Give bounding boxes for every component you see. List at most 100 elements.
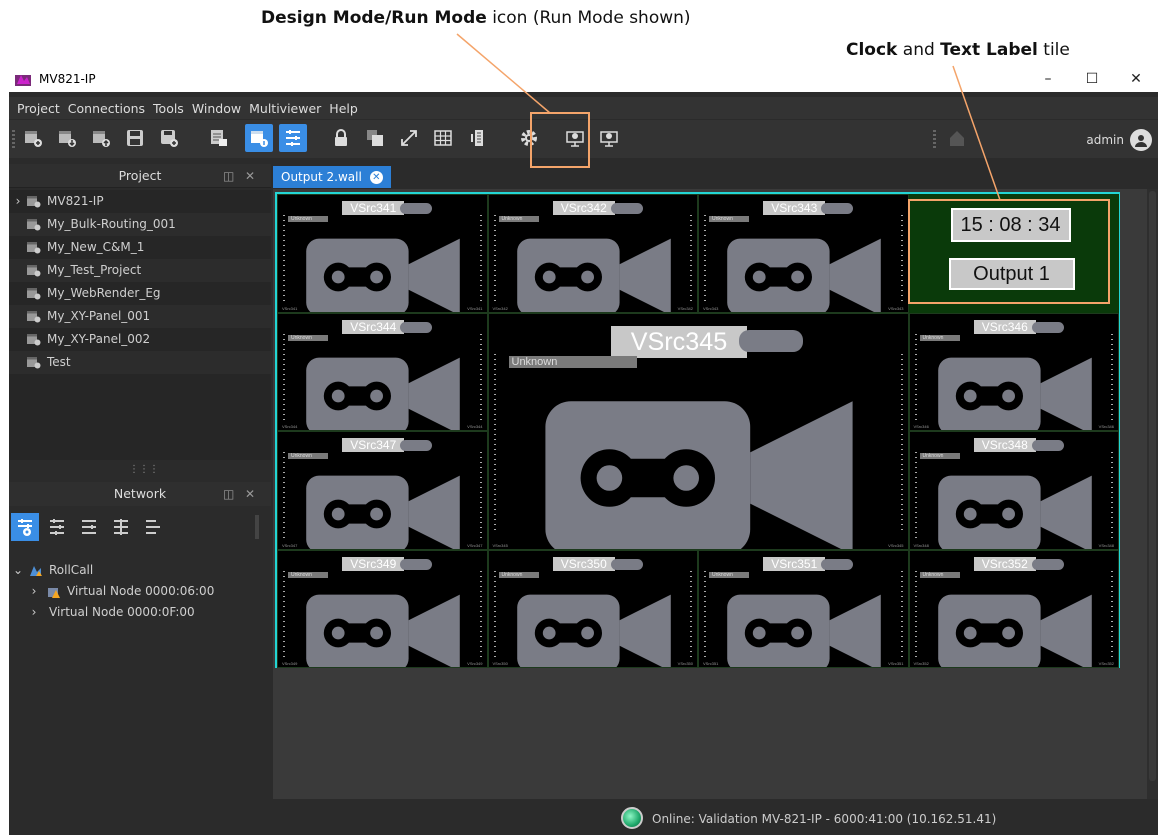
- scrollbar-thumb[interactable]: [1149, 191, 1156, 781]
- video-tile[interactable]: VSrc345 Unknown VSrc345 VSrc345: [487, 312, 909, 550]
- video-tile[interactable]: VSrc344 Unknown VSrc344 VSrc344: [277, 312, 488, 431]
- tree-item-virtual-node[interactable]: › Virtual Node 0000:0F:00: [9, 602, 271, 623]
- chevron-right-icon[interactable]: ›: [9, 190, 27, 213]
- network-toolbar-scroll[interactable]: [255, 515, 259, 539]
- video-tile[interactable]: VSrc351 Unknown VSrc351 VSrc351: [698, 549, 909, 668]
- menu-window[interactable]: Window: [192, 101, 241, 116]
- main-toolbar: admin: [9, 120, 1158, 158]
- tree-item-rollcall[interactable]: ⌄ RollCall: [9, 560, 271, 581]
- video-tile[interactable]: VSrc352 Unknown VSrc352 VSrc352: [908, 549, 1119, 668]
- grid-icon[interactable]: [429, 124, 457, 152]
- chevron-right-icon[interactable]: ›: [27, 581, 41, 602]
- user-name: admin: [1086, 133, 1124, 147]
- network-tree: ⌄ RollCall › Virtual Node 0000:06:00 › V…: [9, 560, 271, 800]
- video-tile[interactable]: VSrc350 Unknown VSrc350 VSrc350: [487, 549, 698, 668]
- gear-icon[interactable]: [515, 124, 543, 152]
- video-camera-icon: [937, 594, 1092, 668]
- view-mode-icon[interactable]: [245, 124, 273, 152]
- network-view-icon[interactable]: [11, 513, 39, 541]
- list-item[interactable]: My_XY-Panel_002: [9, 328, 271, 351]
- tile-footer-label: VSrc341: [282, 305, 298, 311]
- video-tile[interactable]: VSrc342 Unknown VSrc342 VSrc342: [487, 194, 698, 313]
- list-item[interactable]: My_New_C&M_1: [9, 236, 271, 259]
- project-settings-icon[interactable]: [205, 124, 233, 152]
- list-item[interactable]: My_Test_Project: [9, 259, 271, 282]
- audio-meter: [1111, 333, 1113, 422]
- fullscreen-icon[interactable]: [395, 124, 423, 152]
- tile-footer-label: VSrc344: [282, 424, 298, 429]
- video-wall[interactable]: VSrc341 Unknown VSrc341 VSrc341 VSrc342 Unkno…: [275, 192, 1120, 668]
- panel-close-icon[interactable]: ✕: [245, 482, 255, 506]
- video-tile[interactable]: VSrc347 Unknown VSrc347 VSrc347: [277, 431, 488, 550]
- tile-footer-label: VSrc349: [282, 661, 298, 666]
- expand-tree-icon[interactable]: [43, 513, 71, 541]
- collapse-tree-icon[interactable]: [75, 513, 103, 541]
- tile-footer-label: VSrc343: [703, 305, 719, 311]
- save-icon[interactable]: [121, 124, 149, 152]
- tile-footer-label: VSrc342: [492, 305, 508, 311]
- flat-tree-icon[interactable]: [139, 513, 167, 541]
- list-item[interactable]: › MV821-IP: [9, 190, 271, 213]
- undock-icon[interactable]: ◫: [223, 482, 234, 506]
- minimize-button[interactable]: –: [1026, 66, 1070, 92]
- app-logo-icon: [15, 75, 31, 86]
- monitor-download-icon[interactable]: [561, 124, 589, 152]
- new-project-icon[interactable]: [19, 124, 47, 152]
- tile-footer-label: VSrc341: [467, 305, 483, 311]
- app-window: MV821-IP – ☐ ✕ Project Connections Tools…: [9, 66, 1158, 835]
- network-view-icon[interactable]: [279, 124, 307, 152]
- clock-text-tile[interactable]: 15 : 08 : 34 Output 1: [908, 194, 1119, 313]
- undock-icon[interactable]: ◫: [223, 164, 234, 188]
- align-tree-icon[interactable]: [107, 513, 135, 541]
- tile-footer-label: VSrc344: [467, 424, 483, 429]
- toolbar-grip-right[interactable]: [933, 130, 936, 148]
- home-icon[interactable]: [943, 124, 971, 152]
- clock-annotation-bold1: Clock: [846, 40, 898, 60]
- layer-order-icon[interactable]: [361, 124, 389, 152]
- toolbar-grip[interactable]: [12, 130, 15, 148]
- vertical-scrollbar[interactable]: [1147, 189, 1158, 799]
- menu-project[interactable]: Project: [17, 101, 60, 116]
- lock-icon[interactable]: [327, 124, 355, 152]
- audio-meter: [493, 570, 496, 659]
- video-tile[interactable]: VSrc348 Unknown VSrc348 VSrc348: [908, 431, 1119, 550]
- horizontal-scrollbar[interactable]: [273, 786, 1147, 796]
- panel-close-icon[interactable]: ✕: [245, 164, 255, 188]
- maximize-button[interactable]: ☐: [1070, 66, 1114, 92]
- list-item[interactable]: My_XY-Panel_001: [9, 305, 271, 328]
- chevron-right-icon[interactable]: ›: [27, 602, 41, 623]
- chevron-down-icon[interactable]: ⌄: [11, 560, 25, 581]
- tree-item-label: Virtual Node 0000:0F:00: [49, 605, 195, 619]
- project-file-icon: [27, 264, 41, 276]
- video-tile[interactable]: VSrc349 Unknown VSrc349 VSrc349: [277, 549, 488, 668]
- splitter-handle[interactable]: ⋮⋮⋮: [129, 464, 159, 475]
- tab-output-wall[interactable]: Output 2.wall ✕: [273, 166, 391, 188]
- monitor-upload-icon[interactable]: [595, 124, 623, 152]
- camera-placeholder: [724, 585, 884, 668]
- menu-connections[interactable]: Connections: [68, 101, 145, 116]
- audio-meter: [690, 215, 692, 304]
- close-button[interactable]: ✕: [1114, 66, 1158, 92]
- wall-canvas[interactable]: VSrc341 Unknown VSrc341 VSrc341 VSrc342 Unkno…: [273, 189, 1147, 799]
- audio-pill: [610, 558, 643, 570]
- open-project-icon[interactable]: [53, 124, 81, 152]
- menu-multiviewer[interactable]: Multiviewer: [249, 101, 321, 116]
- video-tile[interactable]: VSrc346 Unknown VSrc346 VSrc346: [908, 312, 1119, 431]
- list-item[interactable]: Test: [9, 351, 271, 374]
- tree-item-virtual-node[interactable]: › Virtual Node 0000:06:00: [9, 581, 271, 602]
- save-as-icon[interactable]: [155, 124, 183, 152]
- menu-tools[interactable]: Tools: [153, 101, 184, 116]
- source-label: VSrc350: [552, 556, 615, 571]
- project-file-icon: [27, 310, 41, 322]
- video-tile[interactable]: VSrc341 Unknown VSrc341 VSrc341: [277, 194, 488, 313]
- list-item[interactable]: My_Bulk-Routing_001: [9, 213, 271, 236]
- list-item[interactable]: My_WebRender_Eg: [9, 282, 271, 305]
- user-avatar-icon[interactable]: [1130, 129, 1152, 151]
- audio-meter: [914, 452, 917, 541]
- design-run-mode-icon[interactable]: [465, 124, 493, 152]
- menu-help[interactable]: Help: [329, 101, 358, 116]
- tab-close-icon[interactable]: ✕: [369, 170, 383, 184]
- upload-project-icon[interactable]: [87, 124, 115, 152]
- unknown-label: Unknown: [498, 571, 539, 578]
- video-tile[interactable]: VSrc343 Unknown VSrc343 VSrc343: [698, 194, 909, 313]
